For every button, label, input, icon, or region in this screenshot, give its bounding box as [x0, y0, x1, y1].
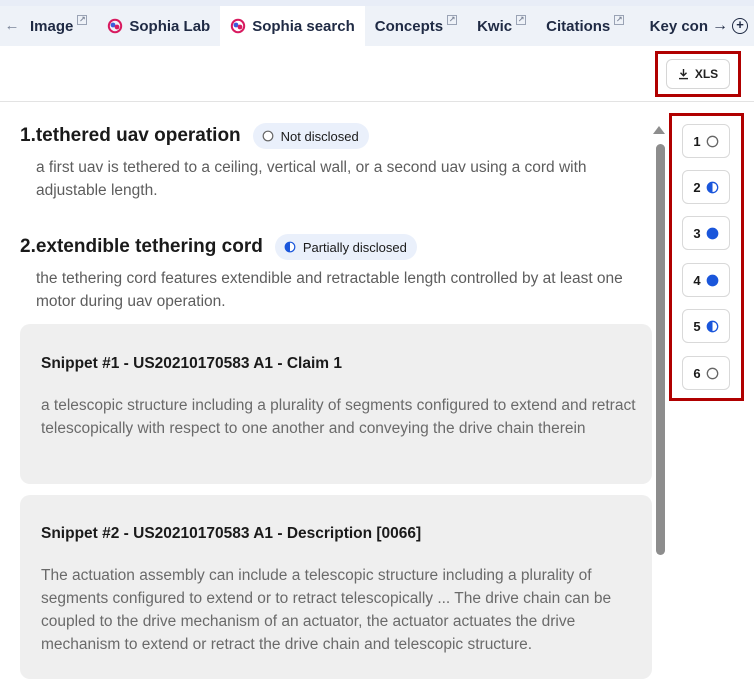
- snippet-card: Snippet #2 - US20210170583 A1 - Descript…: [20, 495, 652, 679]
- tab-overflow[interactable]: Key con → +: [650, 17, 754, 35]
- nav-item-5[interactable]: 5: [682, 309, 730, 343]
- download-icon: [678, 69, 688, 80]
- scroll-up-arrow[interactable]: [653, 126, 665, 134]
- tab-sophia-search[interactable]: Sophia search: [220, 6, 365, 46]
- sophia-logo-icon: [108, 18, 123, 34]
- tab-image[interactable]: Image ↗: [20, 6, 97, 46]
- snippet-title: Snippet #1 - US20210170583 A1 - Claim 1: [41, 355, 342, 372]
- snippet-text: The actuation assembly can include a tel…: [41, 567, 612, 653]
- full-circle-icon: [706, 227, 718, 239]
- tab-sophia-lab[interactable]: Sophia Lab: [97, 6, 220, 46]
- export-xls-label: XLS: [694, 67, 719, 81]
- nav-number: 4: [693, 272, 701, 288]
- highlight-box: 1 2 3 4 5 6: [669, 113, 744, 401]
- tab-label: Citations: [546, 17, 611, 35]
- add-tab-icon[interactable]: +: [732, 18, 748, 34]
- nav-item-4[interactable]: 4: [682, 263, 730, 297]
- tab-label: Sophia search: [252, 17, 355, 35]
- concept-item-2: 2.extendible tethering cord Partially di…: [20, 234, 417, 260]
- half-circle-icon: [706, 181, 718, 193]
- status-badge: Not disclosed: [252, 123, 369, 149]
- half-circle-icon: [706, 320, 718, 332]
- concept-description: the tethering cord features extendible a…: [36, 270, 623, 310]
- tab-concepts[interactable]: Concepts ↗: [365, 6, 467, 46]
- external-link-icon: ↗: [77, 15, 88, 25]
- tab-citations[interactable]: Citations ↗: [536, 6, 634, 46]
- export-xls-button[interactable]: XLS: [666, 59, 730, 89]
- concept-description: a first uav is tethered to a ceiling, ve…: [36, 159, 587, 199]
- status-label: Partially disclosed: [302, 239, 407, 255]
- snippet-card: Snippet #1 - US20210170583 A1 - Claim 1 …: [20, 324, 652, 484]
- nav-number: 6: [693, 365, 701, 381]
- nav-number: 1: [693, 133, 701, 149]
- nav-item-3[interactable]: 3: [682, 216, 730, 250]
- scrollbar-thumb[interactable]: [656, 144, 665, 555]
- toolbar: XLS: [0, 46, 754, 102]
- empty-circle-icon: [706, 135, 718, 147]
- sophia-logo-icon: [231, 18, 246, 34]
- external-link-icon: ↗: [447, 15, 458, 25]
- status-badge: Partially disclosed: [274, 234, 417, 260]
- nav-item-6[interactable]: 6: [682, 356, 730, 390]
- tab-bar: ← Image ↗ Sophia Lab Sophia search Conce…: [0, 6, 754, 46]
- nav-number: 5: [693, 318, 701, 334]
- nav-item-1[interactable]: 1: [682, 124, 730, 158]
- tab-label: Concepts: [374, 17, 444, 35]
- highlight-box: XLS: [655, 51, 741, 97]
- status-label: Not disclosed: [280, 128, 359, 144]
- results-panel: 1.tethered uav operation Not disclosed a…: [0, 103, 668, 685]
- arrow-right-icon[interactable]: →: [712, 17, 728, 35]
- snippet-text: a telescopic structure including a plura…: [41, 397, 636, 437]
- concept-title: 2.extendible tethering cord: [20, 236, 263, 257]
- half-circle-icon: [284, 241, 296, 253]
- empty-circle-icon: [262, 130, 274, 142]
- scroll-tabs-left-icon[interactable]: ←: [0, 6, 20, 46]
- external-link-icon: ↗: [614, 15, 625, 25]
- empty-circle-icon: [706, 367, 718, 379]
- snippet-title: Snippet #2 - US20210170583 A1 - Descript…: [41, 525, 422, 542]
- concept-title: 1.tethered uav operation: [20, 125, 241, 146]
- nav-number: 2: [693, 179, 701, 195]
- nav-number: 3: [693, 225, 701, 241]
- tab-label: Image: [30, 17, 74, 35]
- concept-item-1: 1.tethered uav operation Not disclosed: [20, 123, 369, 149]
- tab-label: Kwic: [477, 17, 513, 35]
- tab-label: Sophia Lab: [129, 17, 211, 35]
- external-link-icon: ↗: [516, 15, 527, 25]
- full-circle-icon: [706, 274, 718, 286]
- tab-key-concepts-partial[interactable]: Key con: [650, 18, 708, 35]
- tab-kwic[interactable]: Kwic ↗: [467, 6, 536, 46]
- nav-item-2[interactable]: 2: [682, 170, 730, 204]
